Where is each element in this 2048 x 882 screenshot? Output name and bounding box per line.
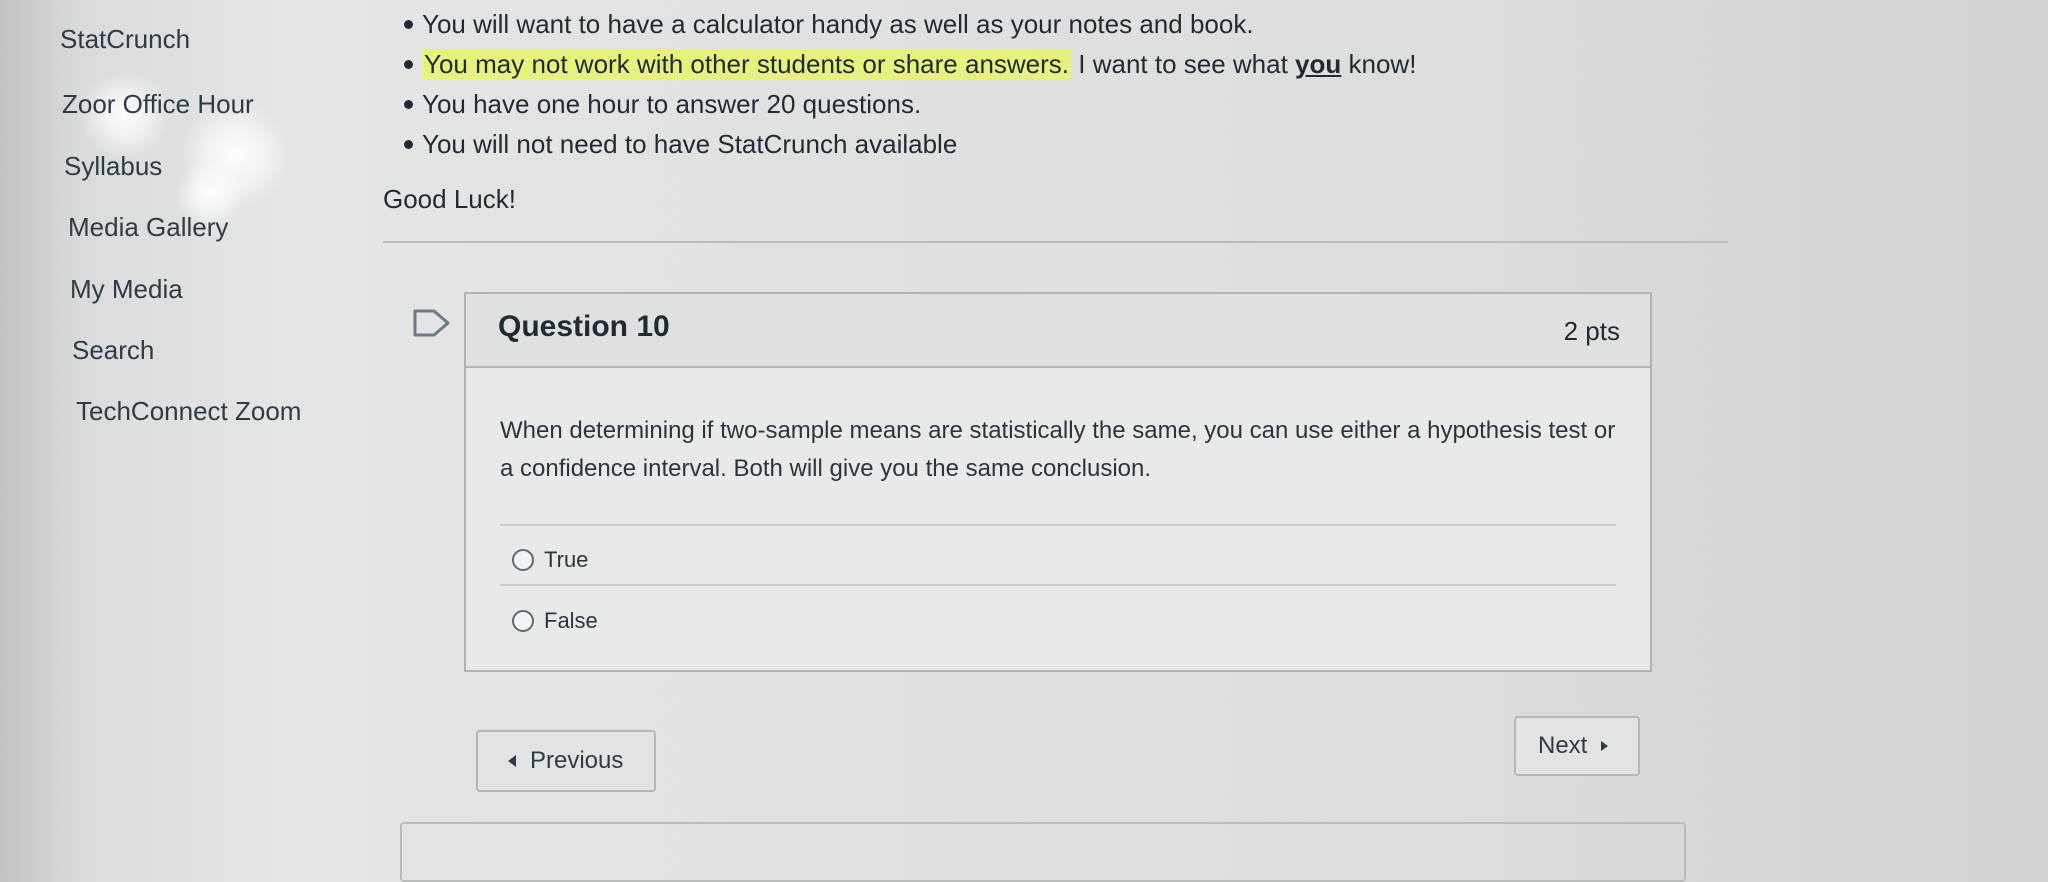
bullet-icon	[404, 100, 413, 109]
instruction-text: I want to see what	[1071, 49, 1296, 79]
divider	[383, 241, 1728, 243]
next-label: Next	[1538, 732, 1588, 759]
question-text: When determining if two-sample means are…	[500, 417, 1616, 482]
previous-button[interactable]: Previous	[476, 730, 656, 792]
answer-label: True	[544, 547, 589, 572]
quiz-content: You will want to have a calculator handy…	[380, 0, 1740, 882]
emphasis-word: you	[1295, 49, 1342, 79]
radio-button[interactable]	[512, 610, 534, 632]
closing-text: Good Luck!	[383, 184, 516, 214]
instruction-item: You will want to have a calculator handy…	[380, 4, 1416, 44]
nav-item-syllabus[interactable]: Syllabus	[64, 151, 162, 182]
instruction-text: know!	[1341, 49, 1417, 79]
caret-right-icon	[1601, 741, 1609, 751]
instruction-item: You will not need to have StatCrunch ava…	[380, 124, 1416, 164]
instruction-text: You will want to have a calculator handy…	[422, 9, 1254, 39]
nav-item-my-media[interactable]: My Media	[70, 274, 183, 305]
bullet-icon	[404, 20, 413, 29]
question-title: Question 10	[498, 310, 670, 343]
nav-item-media-gallery[interactable]: Media Gallery	[68, 212, 228, 243]
nav-item-search[interactable]: Search	[72, 335, 154, 366]
answer-divider	[500, 524, 1616, 526]
answer-divider	[500, 584, 1616, 586]
instruction-item: You may not work with other students or …	[380, 44, 1416, 84]
nav-item-zoom-office-hour[interactable]: Zoor Office Hour	[62, 89, 254, 120]
answer-label: False	[544, 608, 598, 633]
highlighted-instruction: You may not work with other students or …	[422, 49, 1072, 79]
bullet-icon	[404, 60, 413, 69]
instruction-text: You have one hour to answer 20 questions…	[422, 89, 922, 119]
question-card: Question 10 2 pts When determining if tw…	[464, 292, 1652, 672]
nav-item-statcrunch[interactable]: StatCrunch	[60, 24, 190, 55]
caret-left-icon	[508, 755, 516, 767]
instructions-list: You will want to have a calculator handy…	[380, 4, 1416, 164]
answer-option-false[interactable]: False	[512, 603, 598, 639]
course-navigation: StatCrunch Zoor Office Hour Syllabus Med…	[0, 0, 340, 854]
instruction-text: You will not need to have StatCrunch ava…	[422, 129, 958, 159]
next-button[interactable]: Next	[1514, 716, 1640, 776]
radio-button[interactable]	[512, 549, 534, 571]
nav-item-techconnect-zoom[interactable]: TechConnect Zoom	[76, 396, 301, 427]
bullet-icon	[404, 140, 413, 149]
question-header: Question 10 2 pts	[466, 294, 1650, 368]
flag-question-icon[interactable]	[412, 308, 452, 338]
submit-area	[400, 822, 1686, 882]
previous-label: Previous	[530, 747, 624, 774]
instruction-item: You have one hour to answer 20 questions…	[380, 84, 1416, 124]
question-points: 2 pts	[1563, 316, 1620, 346]
answer-option-true[interactable]: True	[512, 542, 588, 578]
